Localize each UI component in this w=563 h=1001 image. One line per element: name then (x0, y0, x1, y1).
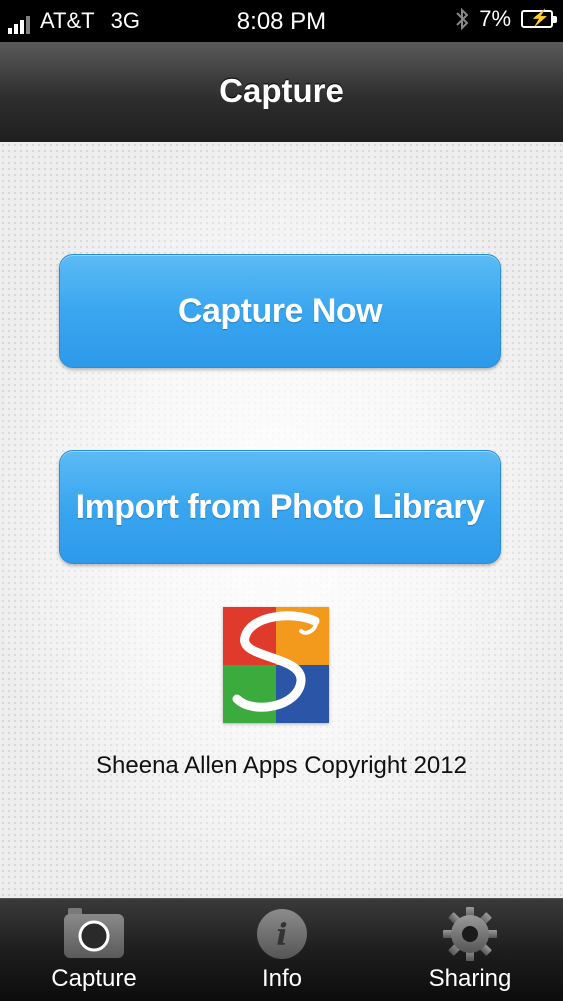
gear-icon (441, 905, 499, 963)
tab-info-label: Info (261, 965, 303, 992)
bluetooth-icon (456, 7, 469, 31)
battery-icon: ⚡ (521, 10, 557, 28)
sheena-allen-apps-logo (223, 607, 329, 723)
tab-info[interactable]: i Info (188, 899, 376, 1001)
tab-bar: Capture i Info Sharing (0, 898, 563, 1001)
navigation-bar: Capture (0, 42, 563, 143)
page-title: Capture (219, 72, 344, 109)
capture-now-button[interactable]: Capture Now (59, 254, 501, 368)
svg-text:i: i (276, 918, 287, 953)
info-icon: i (254, 905, 310, 963)
camera-icon (62, 905, 126, 963)
tab-capture-label: Capture (51, 965, 137, 992)
tab-sharing[interactable]: Sharing (376, 899, 563, 1001)
import-photo-library-button[interactable]: Import from Photo Library (59, 450, 501, 564)
status-right: 7% ⚡ (455, 6, 557, 32)
tab-sharing-label: Sharing (428, 965, 512, 992)
copyright-text: Sheena Allen Apps Copyright 2012 (96, 752, 467, 779)
main-content: Capture Now Import from Photo Library Sh… (0, 142, 563, 898)
battery-percent: 7% (479, 6, 511, 31)
tab-capture[interactable]: Capture (0, 899, 188, 1001)
status-bar: AT&T 3G 8:08 PM 7% ⚡ (0, 0, 563, 42)
